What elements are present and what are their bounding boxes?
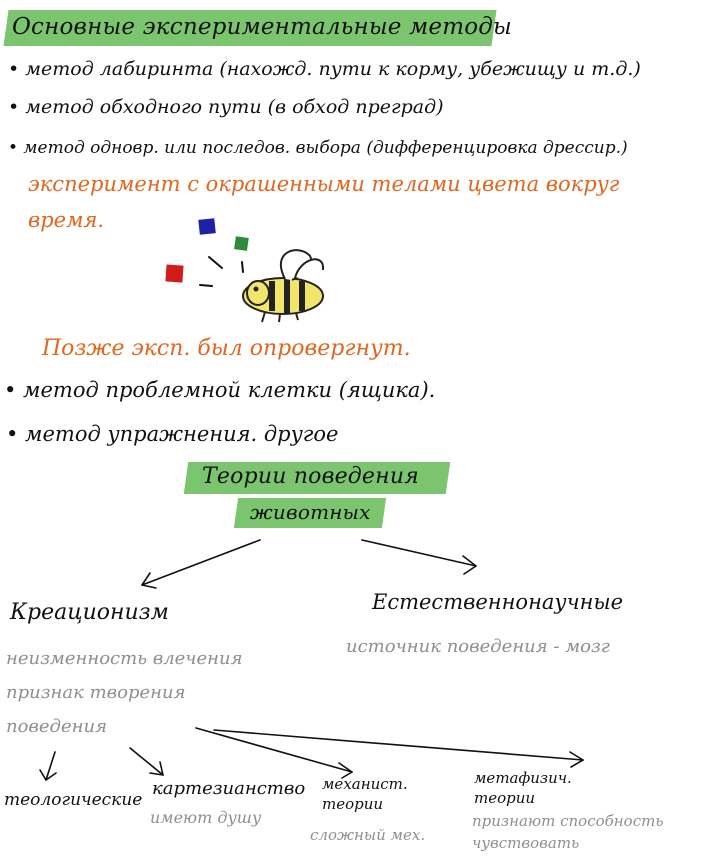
arrow-to-cartesian [129,747,164,776]
natural-science-desc: источник поведения - мозг [346,636,610,657]
arrow-to-theological [45,751,56,781]
creationism-desc-1: неизменность влечения [6,648,243,669]
creationism-title: Креационизм [10,600,169,625]
theory-arrows [39,539,584,781]
natural-science-title: Естественнонаучные [372,590,624,614]
subtheory-metaphysical-desc: признают способность чувствовать [472,812,664,852]
creationism-desc-2: признак творения [6,682,186,703]
subtheory-cartesian-desc: имеют душу [150,808,262,827]
subtheory-mechanistic-desc: сложный мех. [310,826,426,844]
subtheory-cartesian-title: картезианство [152,778,306,799]
subtheory-metaphysical-title: метафизич. теории [474,769,572,807]
arrow-to-metaphysical [213,729,584,761]
creationism-desc-3: поведения [6,716,107,737]
note-page: Основные экспериментальные методы • мето… [0,0,718,865]
arrow-to-natural-science [361,539,477,567]
subtheory-mechanistic-title: механист. теории [322,775,408,813]
arrow-to-creationism [141,539,261,586]
subtheory-theological-title: теологические [4,790,143,810]
